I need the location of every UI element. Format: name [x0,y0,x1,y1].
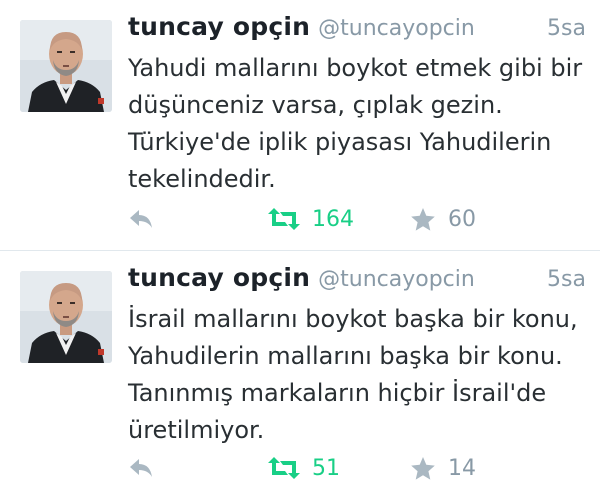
tweet-timestamp[interactable]: 5sa [547,16,586,41]
tweet[interactable]: tuncay opçin @tuncayopcin 5sa Yahudi mall… [0,0,600,250]
reply-button[interactable] [128,202,154,236]
author-handle[interactable]: @tuncayopcin [318,16,475,41]
tweet-text-line: üretilmiyor. [128,416,265,444]
tweet-timeline: tuncay opçin @tuncayopcin 5sa Yahudi mall… [0,0,600,499]
author-handle[interactable]: @tuncayopcin [318,267,475,292]
favorite-button[interactable]: 60 [410,202,476,236]
reply-button[interactable] [128,451,154,485]
retweet-button[interactable]: 164 [268,202,354,236]
tweet-text-line: Yahudilerin mallarını başka bir konu. [128,342,563,370]
author-name[interactable]: tuncay opçin [128,263,310,292]
avatar-photo [20,20,112,112]
tweet-header: tuncay opçin @tuncayopcin 5sa [128,263,586,303]
avatar-photo [20,271,112,363]
avatar[interactable] [20,271,112,363]
tweet-text-line: Yahudi mallarını boykot etmek gibi bir [128,54,583,82]
star-icon [411,207,435,231]
reply-icon [130,459,152,477]
retweet-button[interactable]: 51 [268,451,340,485]
tweet-text-line: Türkiye'de iplik piyasası Yahudilerin [128,128,552,156]
tweet-timestamp[interactable]: 5sa [547,267,586,292]
retweet-count: 164 [312,206,354,232]
retweet-icon [268,457,300,479]
tweet-header: tuncay opçin @tuncayopcin 5sa [128,12,586,52]
author-name[interactable]: tuncay opçin [128,12,310,41]
tweet-text: Yahudi mallarını boykot etmek gibi bir d… [128,50,588,198]
reply-icon [130,210,152,228]
favorite-button[interactable]: 14 [410,451,476,485]
retweet-count: 51 [312,455,340,481]
tweet-actions: 51 14 [128,451,588,485]
star-icon [411,456,435,480]
tweet-text-line: İsrail mallarını boykot başka bir konu, [128,305,578,333]
tweet-text-line: Tanınmış markaların hiçbir İsrail'de [128,379,547,407]
favorite-count: 14 [448,455,476,481]
retweet-icon [268,208,300,230]
tweet[interactable]: tuncay opçin @tuncayopcin 5sa İsrail mall… [0,251,600,499]
tweet-text-line: tekelindedir. [128,165,276,193]
favorite-count: 60 [448,206,476,232]
avatar[interactable] [20,20,112,112]
tweet-actions: 164 60 [128,202,588,236]
tweet-text-line: düşünceniz varsa, çıplak gezin. [128,91,503,119]
tweet-text: İsrail mallarını boykot başka bir konu, … [128,301,588,449]
